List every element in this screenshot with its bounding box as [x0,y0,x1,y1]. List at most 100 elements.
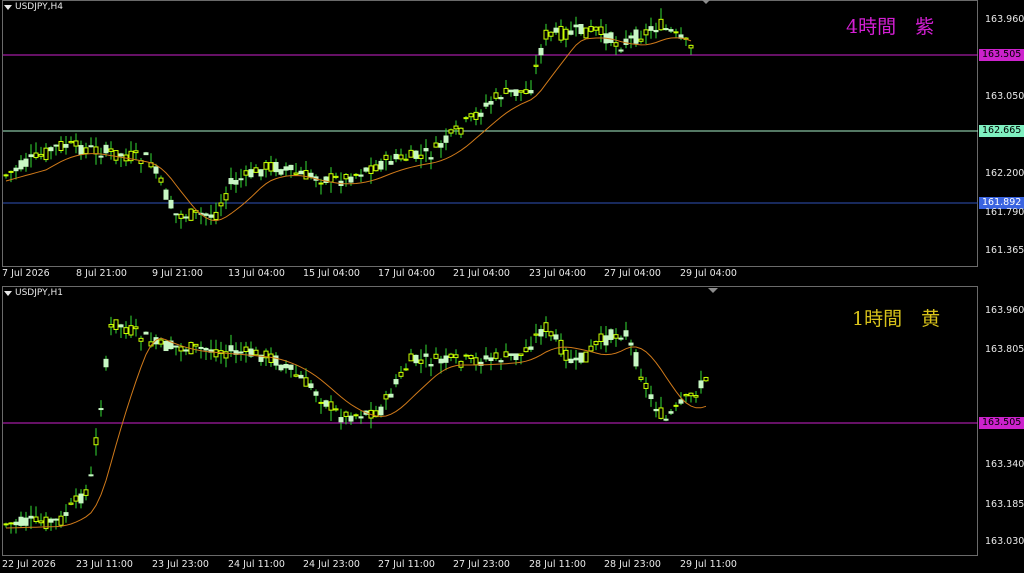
candle-body [103,144,109,154]
candle-body [548,331,554,337]
candle-body [163,340,169,352]
candle-body [68,140,74,144]
candle-body [238,351,244,354]
candle-body [268,353,274,363]
candle-body [408,149,414,158]
candle-body [258,169,264,177]
candle-body [458,127,464,135]
candle-body [278,169,284,175]
candle-body [283,364,289,369]
symbol-label: USDJPY,H1 [4,288,63,298]
candle-body [663,28,669,31]
candle-body [268,162,274,172]
candle-body [618,49,624,52]
candle-body [243,346,249,352]
candle-body [113,319,119,330]
candle-body [73,495,79,502]
candle-body [693,395,699,398]
candle-body [218,202,224,207]
candle-body [378,406,384,416]
candle-body [363,167,369,172]
candle-body [243,170,249,176]
candle-body [298,170,304,175]
candle-body [498,97,504,100]
time-axis-label: 24 Jul 23:00 [303,559,360,570]
candle-body [688,44,694,49]
candle-body [393,153,399,160]
candle-body [648,26,654,31]
candle-body [633,29,639,44]
candle-body [638,38,644,42]
candle-body [123,327,129,335]
candle-body [88,474,94,477]
candle-body [388,160,394,165]
candle-body [598,26,604,35]
chart-shift-marker[interactable] [701,0,711,4]
candle-body [503,351,509,358]
candle-body [483,102,489,107]
candle-body [153,166,159,174]
candle-body [133,150,139,154]
candle-body [673,31,679,34]
candle-body [533,333,539,336]
candle-body [608,32,614,43]
time-axis-label: 29 Jul 04:00 [680,268,737,279]
candle-body [503,87,509,94]
candle-body [498,360,504,363]
candle-body [273,161,279,173]
candle-body [343,173,349,180]
candle-body [678,399,684,404]
candle-body [703,376,709,382]
candle-body [338,417,344,423]
candle-body [73,140,79,147]
price-axis-label: 163.340 [985,459,1024,470]
candle-body [453,354,459,359]
candle-body [583,27,589,39]
dropdown-triangle-icon[interactable] [4,4,12,10]
candle-body [473,357,479,366]
candle-body [323,400,329,407]
candle-body [643,382,649,389]
candle-body [83,489,89,496]
candle-body [628,35,634,39]
candle-body [348,176,354,183]
candle-body [668,411,674,414]
candle-body [213,349,219,358]
chart-pane-h4[interactable]: USDJPY,H4 4時間 紫 163.960 163.505 163.050 … [0,0,1024,284]
candle-body [93,146,99,155]
candle-body [68,502,74,505]
candle-body [8,170,14,173]
candle-body [3,174,9,177]
candle-body [163,189,169,200]
candle-body [603,335,609,346]
candle-body [358,416,364,419]
candle-body [618,337,624,340]
candle-body [538,329,544,337]
candle-body [523,347,529,353]
candle-body [438,143,444,148]
candle-body [608,329,614,340]
candle-body [398,371,404,377]
chart-shift-marker[interactable] [708,288,718,293]
candle-body [13,521,19,526]
candle-body [418,154,424,160]
candle-body [193,343,199,347]
candle-body [698,380,704,389]
candle-body [8,522,14,525]
candle-body [398,154,404,160]
candle-body [183,216,189,219]
candle-body [378,160,384,170]
candle-body [643,29,649,36]
price-axis-label: 163.960 [985,14,1024,25]
candle-body [668,29,674,32]
candle-body [518,90,524,93]
candle-body [233,179,239,185]
dropdown-triangle-icon[interactable] [4,290,12,296]
chart-pane-h1[interactable]: USDJPY,H1 1時間 黄 163.960 163.805 163.505 … [0,286,1024,573]
candle-body [658,18,664,31]
candle-body [663,418,669,421]
candle-body [23,158,29,167]
candle-body [453,125,459,130]
candle-body [418,359,424,364]
price-chart-h4[interactable] [0,0,1024,284]
